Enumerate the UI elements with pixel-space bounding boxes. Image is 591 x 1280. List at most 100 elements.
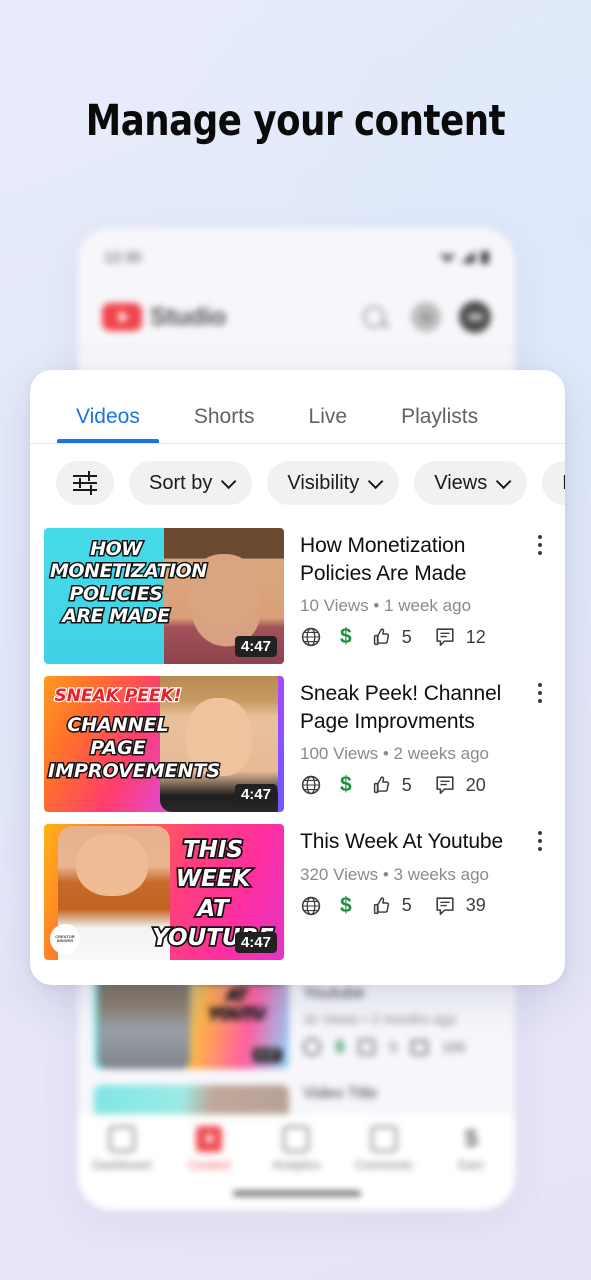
dollar-icon: $ [340,895,352,917]
globe-public-icon [300,774,322,796]
chip-sort-by[interactable]: Sort by [129,461,252,505]
like-count: 5 [402,775,412,796]
chip-views[interactable]: Views [414,461,527,505]
like-count: 5 [402,627,412,648]
nav-label-content: Content [170,1158,248,1172]
content-card: Videos Shorts Live Playlists Sort by Vis… [30,370,565,985]
thumbnail-caption-line: AT [144,895,282,924]
chip-visibility-label: Visibility [287,472,359,495]
chip-more[interactable]: M [542,461,565,505]
video-stats-row: $ 5 39 [300,895,521,917]
nav-label-earn: Earn [432,1158,510,1172]
dollar-icon: $ [458,1126,484,1152]
globe-public-icon [300,895,322,917]
thumbs-up-icon [358,1039,375,1055]
nav-label-comments: Comments [345,1158,423,1172]
comment-count: 100 [442,1039,465,1055]
studio-app-bar: Studio [78,286,515,348]
thumbnail-caption-line: ARE MADE [50,605,182,627]
dollar-icon: $ [335,1037,344,1057]
battery-icon [481,251,489,264]
youtube-logo-icon [102,303,142,331]
thumbnail-channel-badge: CREATORINSIDER [50,924,80,954]
thumbnail-caption-line: THIS WEEK [144,836,282,895]
status-time: 12:30 [104,249,142,266]
nav-label-dashboard: Dashboard [83,1158,161,1172]
nav-item-dashboard[interactable]: Dashboard [83,1126,161,1172]
like-count: 5 [389,1039,397,1055]
nav-item-earn[interactable]: $ Earn [432,1126,510,1172]
globe-public-icon [303,1038,321,1056]
nav-item-content[interactable]: Content [170,1126,248,1172]
thumbnail-caption-top: SNEAK PEEK! [52,686,184,706]
video-title: This Week At Youtube [300,828,521,856]
thumbnail-caption: CHANNEL PAGE IMPROVEMENTS [48,714,188,784]
thumbnail-caption-line: IMPROVEMENTS [48,760,188,783]
comment-count: 12 [466,627,486,648]
video-list-item[interactable]: HOW MONETIZATION POLICIES ARE MADE 4:47 … [30,522,565,670]
tab-shorts[interactable]: Shorts [184,405,265,443]
video-thumbnail[interactable]: CREATORINSIDER THIS WEEK AT YOUTUBE 4:47 [44,824,284,960]
video-title: Sneak Peek! Channel Page Improvments [300,680,521,735]
video-meta: 100 Views • 2 weeks ago [300,744,521,764]
video-list-item[interactable]: SNEAK PEEK! CHANNEL PAGE IMPROVEMENTS 4:… [30,670,565,818]
thumbs-up-icon [370,895,392,917]
video-meta: 10 Views • 1 week ago [300,596,521,616]
tune-filter-icon [73,473,97,493]
tab-playlists[interactable]: Playlists [391,405,488,443]
video-stats-row: $ 5 20 [300,774,521,796]
nav-item-analytics[interactable]: Analytics [257,1126,335,1172]
phone-status-bar: 12:30 [78,228,515,286]
page-title: Manage your content [24,96,568,146]
video-list-item[interactable]: CREATORINSIDER THIS WEEK AT YOUTUBE 4:47… [30,818,565,966]
chevron-down-icon [368,473,384,489]
overflow-menu-icon[interactable] [529,680,551,706]
home-indicator [233,1191,361,1196]
filter-chip-row: Sort by Visibility Views M [30,444,565,522]
duration-badge: 4:47 [235,636,277,657]
chip-visibility[interactable]: Visibility [267,461,399,505]
video-thumbnail[interactable]: SNEAK PEEK! CHANNEL PAGE IMPROVEMENTS 4:… [44,676,284,812]
chip-more-label: M [562,472,565,495]
chip-sort-by-label: Sort by [149,472,212,495]
content-icon [196,1126,222,1152]
nav-item-comments[interactable]: Comments [345,1126,423,1172]
tab-videos[interactable]: Videos [66,405,150,443]
background-partial-row: Video Title [78,1079,515,1119]
account-icon[interactable] [411,302,441,332]
search-icon[interactable] [363,306,385,328]
avatar-icon[interactable] [459,301,491,333]
background-partial-title: Video Title [303,1085,499,1103]
like-count: 5 [402,895,412,916]
video-title: How Monetization Policies Are Made [300,532,521,587]
video-stats-row: $ 5 12 [300,626,521,648]
chip-views-label: Views [434,472,487,495]
comment-icon [434,895,456,917]
tab-live[interactable]: Live [299,405,358,443]
chevron-down-icon [221,473,237,489]
wifi-icon [440,252,455,263]
duration-badge: 4:47 [235,932,277,953]
dollar-icon: $ [340,626,352,648]
analytics-icon [283,1126,309,1152]
dollar-icon: $ [340,774,352,796]
status-icons [440,251,489,264]
comments-icon [371,1126,397,1152]
nav-label-analytics: Analytics [257,1158,335,1172]
duration-badge: 4:47 [235,784,277,805]
thumbnail-caption-line: HOW [50,538,182,560]
content-tabs: Videos Shorts Live Playlists [30,370,565,444]
video-meta: 320 Views • 3 weeks ago [300,865,521,885]
video-thumbnail[interactable]: HOW MONETIZATION POLICIES ARE MADE 4:47 [44,528,284,664]
filter-button[interactable] [56,461,114,505]
overflow-menu-icon[interactable] [529,828,551,854]
comment-count: 20 [466,775,486,796]
thumbs-up-icon [370,626,392,648]
comment-icon [411,1040,428,1055]
background-duration-badge: 4:47 [253,1048,282,1062]
background-video-stats: $ 5 100 [303,1037,467,1057]
chevron-down-icon [496,473,512,489]
thumbnail-caption-line: MONETIZATION [50,560,182,582]
comment-icon [434,774,456,796]
overflow-menu-icon[interactable] [529,532,551,558]
